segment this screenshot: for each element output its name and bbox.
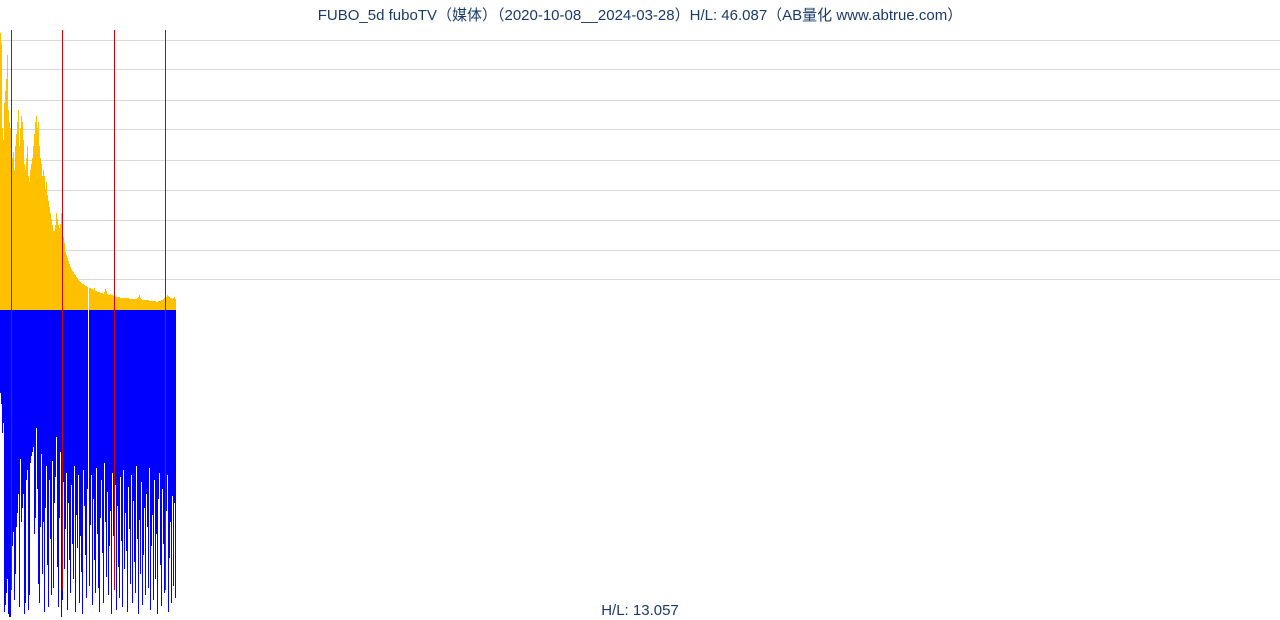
upper-bar <box>175 299 176 310</box>
upper-chart-panel <box>0 30 1280 310</box>
red-marker <box>62 30 63 590</box>
red-marker <box>165 30 166 590</box>
lower-chart-label: H/L: 13.057 <box>0 602 1280 619</box>
lower-bar <box>175 310 176 598</box>
chart-container <box>0 0 1280 620</box>
red-marker <box>11 30 12 590</box>
red-marker <box>114 30 115 590</box>
lower-chart-panel <box>0 310 1280 620</box>
